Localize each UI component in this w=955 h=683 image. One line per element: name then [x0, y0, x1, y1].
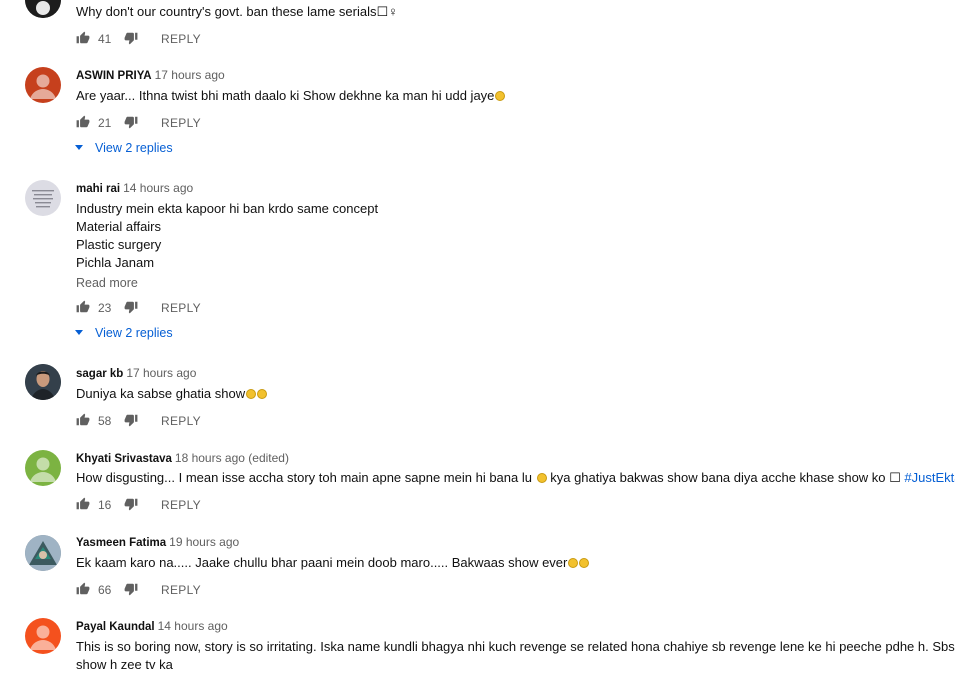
avatar[interactable]	[25, 450, 61, 486]
thumbs-down-icon[interactable]	[124, 31, 138, 45]
read-more-button[interactable]: Read more	[76, 275, 138, 291]
thumbs-up-icon[interactable]	[76, 582, 90, 596]
comment-author[interactable]: Yasmeen Fatima	[76, 537, 166, 549]
comment-text: How disgusting... I mean isse accha stor…	[76, 470, 532, 485]
comment-text: kya ghatiya bakwas show bana diya acche …	[546, 470, 905, 485]
view-replies-button[interactable]: View 2 replies	[75, 140, 173, 156]
comment-text-row: How disgusting... I mean isse accha stor…	[76, 469, 955, 487]
reply-button[interactable]: REPLY	[161, 32, 201, 46]
like-count: 21	[98, 116, 112, 130]
comment-time[interactable]: 14 hours ago	[123, 181, 193, 195]
thumbs-down-icon[interactable]	[124, 497, 138, 511]
thumbs-down-icon[interactable]	[124, 582, 138, 596]
comment-text: Ek kaam karo na..... Jaake chullu bhar p…	[76, 555, 568, 570]
comment-text-row: Are yaar... Ithna twist bhi math daalo k…	[76, 87, 506, 105]
comment-time[interactable]: 17 hours ago	[126, 366, 196, 380]
comment-text-line: Industry mein ekta kapoor hi ban krdo sa…	[76, 201, 379, 216]
comment-author[interactable]: Payal Kaundal	[76, 621, 155, 633]
comment-author[interactable]: sagar kb	[76, 368, 123, 380]
emoji-icon	[257, 389, 268, 399]
like-count: 23	[98, 301, 112, 315]
thumbs-up-icon[interactable]	[76, 31, 90, 45]
like-count: 16	[98, 498, 112, 512]
comment-text-line: This is so boring now, story is so irrit…	[76, 639, 955, 654]
comment-time[interactable]: 18 hours ago (edited)	[175, 451, 289, 465]
comment-author[interactable]: ASWIN PRIYA	[76, 70, 152, 82]
hashtag-link[interactable]: #JustEktaKapo	[904, 470, 955, 485]
caret-down-icon	[75, 330, 83, 335]
avatar[interactable]	[25, 67, 61, 103]
comment-time[interactable]: 17 hours ago	[155, 68, 225, 82]
reply-button[interactable]: REPLY	[161, 498, 201, 512]
comment-text-line: Plastic surgery	[76, 237, 162, 252]
comment-text-line: Material affairs	[76, 219, 162, 234]
reply-button[interactable]: REPLY	[161, 301, 201, 315]
comment-text: Are yaar... Ithna twist bhi math daalo k…	[76, 88, 495, 103]
thumbs-down-icon[interactable]	[124, 115, 138, 129]
like-count: 66	[98, 583, 112, 597]
view-replies-button[interactable]: View 2 replies	[75, 325, 173, 341]
emoji-icon	[495, 91, 506, 101]
avatar[interactable]	[25, 535, 61, 571]
comment-text-row: Ek kaam karo na..... Jaake chullu bhar p…	[76, 554, 590, 572]
comment-author[interactable]: mahi rai	[76, 183, 120, 195]
thumbs-down-icon[interactable]	[124, 300, 138, 314]
avatar[interactable]	[25, 618, 61, 654]
caret-down-icon	[75, 145, 83, 150]
avatar[interactable]	[25, 0, 61, 18]
avatar[interactable]	[25, 180, 61, 216]
avatar[interactable]	[25, 364, 61, 400]
thumbs-up-icon[interactable]	[76, 300, 90, 314]
comment-text-line: Pichla Janam	[76, 255, 155, 270]
emoji-icon	[579, 558, 590, 568]
comment-text-row: Duniya ka sabse ghatia show	[76, 385, 268, 403]
emoji-icon	[246, 389, 257, 399]
comment-author[interactable]: Khyati Srivastava	[76, 453, 172, 465]
comment-time[interactable]: 14 hours ago	[158, 619, 228, 633]
thumbs-up-icon[interactable]	[76, 413, 90, 427]
thumbs-up-icon[interactable]	[76, 497, 90, 511]
comment-time[interactable]: 19 hours ago	[169, 535, 239, 549]
like-count: 58	[98, 414, 112, 428]
comment-text-line: show h zee tv ka	[76, 657, 173, 672]
emoji-icon	[568, 558, 579, 568]
reply-button[interactable]: REPLY	[161, 116, 201, 130]
view-replies-label: View 2 replies	[95, 141, 173, 155]
like-count: 41	[98, 32, 112, 46]
view-replies-label: View 2 replies	[95, 326, 173, 340]
reply-button[interactable]: REPLY	[161, 583, 201, 597]
reply-button[interactable]: REPLY	[161, 414, 201, 428]
comment-text: Why don't our country's govt. ban these …	[76, 4, 398, 19]
emoji-icon	[536, 473, 547, 483]
comment-text: Duniya ka sabse ghatia show	[76, 386, 246, 401]
thumbs-up-icon[interactable]	[76, 115, 90, 129]
thumbs-down-icon[interactable]	[124, 413, 138, 427]
